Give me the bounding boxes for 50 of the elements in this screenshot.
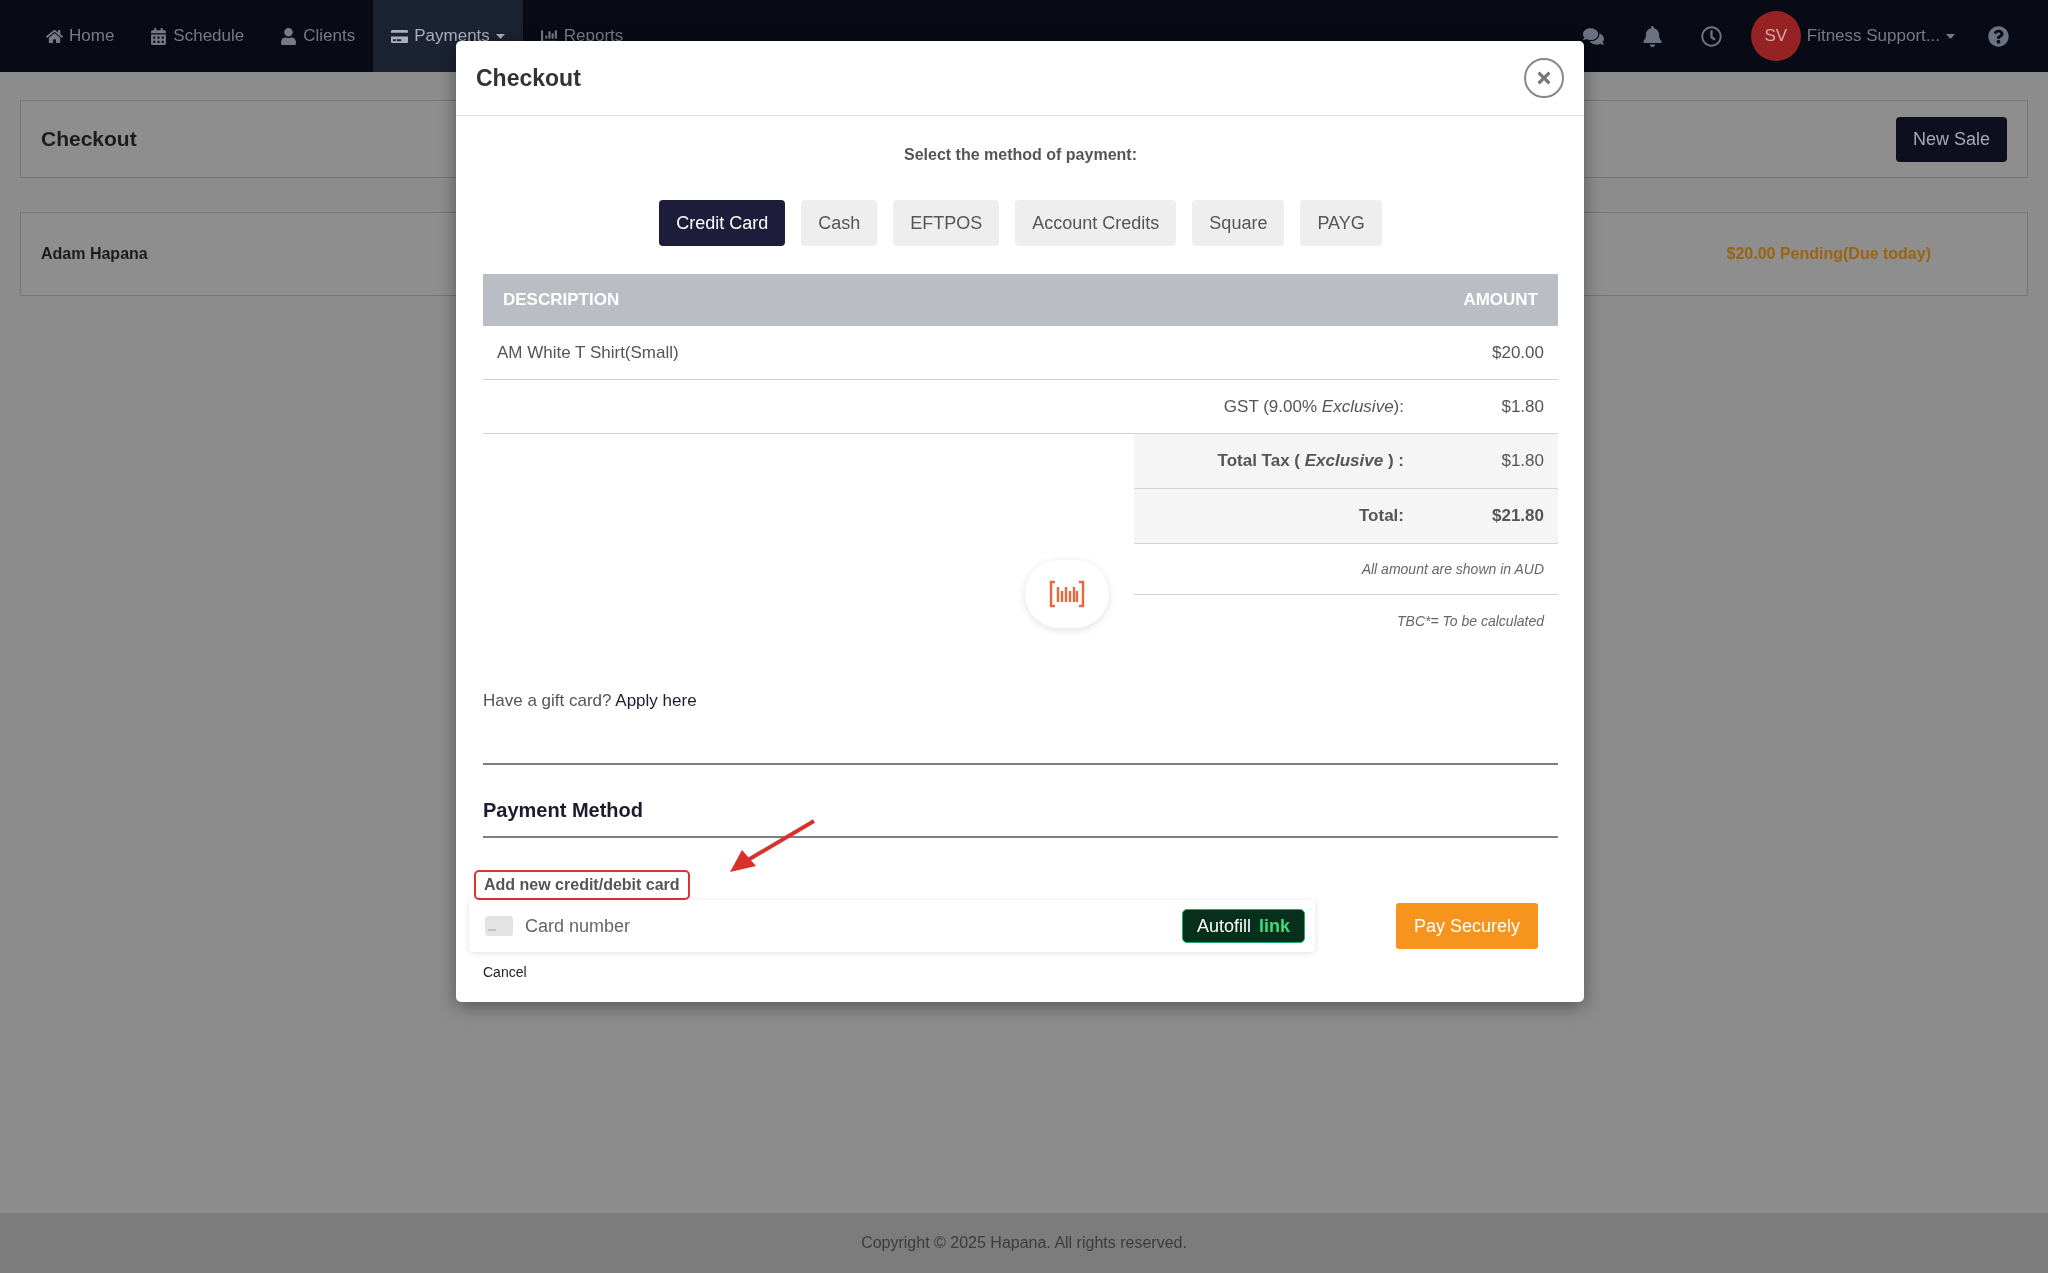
nav-item[interactable]: Schedule <box>132 0 263 72</box>
nav-item[interactable]: Home <box>28 0 133 72</box>
new-sale-button[interactable]: New Sale <box>1895 116 2007 162</box>
clock-icon[interactable] <box>1700 25 1722 47</box>
close-button[interactable] <box>1524 58 1564 98</box>
caret-icon <box>1946 33 1955 39</box>
payment-method-tab[interactable]: PAYG <box>1300 200 1382 246</box>
card-number-field[interactable]: Card number Autofill link <box>469 900 1315 952</box>
tbc-note: TBC*= To be calculated <box>1396 611 1546 631</box>
barcode-icon <box>1049 580 1085 608</box>
total-amount: $1.80 <box>1500 451 1544 471</box>
total-label: Total Tax ( Exclusive ) : <box>1217 451 1404 471</box>
autofill-button[interactable]: Autofill link <box>1181 909 1305 943</box>
total-amount: $21.80 <box>1491 506 1544 526</box>
section-heading: Payment Method <box>483 799 645 822</box>
payment-prompt: Select the method of payment: <box>904 146 1137 164</box>
add-card-label: Add new credit/debit card <box>474 870 690 900</box>
payment-method-tab[interactable]: Square <box>1192 200 1285 246</box>
column-header: DESCRIPTION <box>503 290 620 310</box>
help-icon[interactable] <box>1988 25 2009 47</box>
apply-link[interactable]: Apply here <box>615 691 697 710</box>
user-menu[interactable]: Fitness Support... <box>1806 26 1955 46</box>
copyright-text: Copyright © 2025 Hapana. All rights reserved. <box>861 1234 1187 1252</box>
cancel-link[interactable]: Cancel <box>483 964 527 980</box>
tax-label: GST (9.00% Exclusive): <box>1223 396 1404 417</box>
payment-method-tab[interactable]: Account Credits <box>1015 200 1177 246</box>
calendar-icon <box>150 27 168 45</box>
payment-status: $20.00 Pending(Due today) <box>1726 245 1931 263</box>
currency-note: All amount are shown in AUD <box>1134 544 1558 595</box>
tax-amount: $1.80 <box>1500 396 1544 417</box>
gift-card-text: Have a gift card? Apply here <box>483 691 698 711</box>
chat-icon[interactable] <box>1582 25 1604 47</box>
close-icon <box>1535 69 1553 87</box>
bell-icon[interactable] <box>1641 25 1663 47</box>
credit-card-icon <box>391 27 409 45</box>
payment-method-tab[interactable]: Credit Card <box>659 200 786 246</box>
avatar[interactable]: SV <box>1750 11 1801 61</box>
card-icon <box>485 916 513 936</box>
payment-method-tab[interactable]: EFTPOS <box>893 200 1000 246</box>
barcode-scan-button[interactable] <box>1025 560 1109 628</box>
item-amount: $20.00 <box>1491 342 1544 363</box>
customer-name: Adam Hapana <box>41 245 148 263</box>
payment-method-tab[interactable]: Cash <box>801 200 878 246</box>
item-description: AM White T Shirt(Small) <box>497 342 680 363</box>
home-icon <box>46 27 63 45</box>
column-header: AMOUNT <box>1463 290 1538 310</box>
nav-item[interactable]: Clients <box>262 0 374 72</box>
user-icon <box>280 27 298 45</box>
total-label: Total: <box>1359 506 1404 526</box>
page-title: Checkout <box>41 127 137 151</box>
